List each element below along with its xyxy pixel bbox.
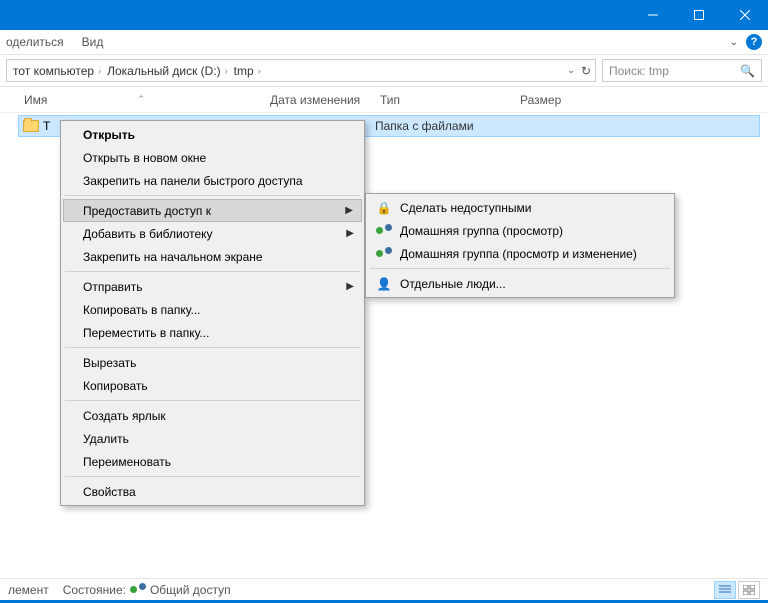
close-button[interactable] (722, 0, 768, 30)
folder-icon (23, 120, 39, 132)
search-placeholder: Поиск: tmp (609, 64, 669, 78)
status-items-count: лемент (8, 583, 49, 597)
search-input[interactable]: Поиск: tmp 🔍 (602, 59, 762, 82)
help-icon[interactable]: ? (746, 34, 762, 50)
column-size[interactable]: Размер (520, 93, 600, 107)
status-state-label: Состояние: (63, 583, 126, 597)
separator (65, 195, 360, 196)
separator (65, 400, 360, 401)
group-icon (130, 583, 146, 597)
ctx-rename[interactable]: Переименовать (63, 450, 362, 473)
titlebar (0, 0, 768, 30)
ctx-create-shortcut[interactable]: Создать ярлык (63, 404, 362, 427)
maximize-button[interactable] (676, 0, 722, 30)
ctx-properties[interactable]: Свойства (63, 480, 362, 503)
column-name[interactable]: Имя⌃ (0, 93, 270, 107)
status-state-value: Общий доступ (150, 583, 231, 597)
separator (65, 476, 360, 477)
view-details-button[interactable] (714, 581, 736, 599)
address-dropdown-icon[interactable]: ⌄ (567, 65, 575, 76)
submenu-arrow-icon: ▶ (346, 228, 354, 239)
tab-view[interactable]: Вид (82, 35, 104, 49)
group-icon (376, 224, 392, 238)
breadcrumb-disk[interactable]: Локальный диск (D:)› (105, 64, 230, 78)
separator (370, 268, 670, 269)
sort-caret-icon: ⌃ (137, 94, 145, 105)
minimize-button[interactable] (630, 0, 676, 30)
address-bar[interactable]: тот компьютер› Локальный диск (D:)› tmp›… (6, 59, 596, 82)
ctx-delete[interactable]: Удалить (63, 427, 362, 450)
file-type: Папка с файлами (375, 119, 474, 133)
column-type[interactable]: Тип (380, 93, 520, 107)
status-bar: лемент Состояние: Общий доступ (0, 578, 768, 600)
file-name: T (43, 119, 50, 133)
view-large-button[interactable] (738, 581, 760, 599)
breadcrumb-folder[interactable]: tmp› (232, 64, 263, 78)
lock-icon (376, 200, 392, 216)
grant-access-submenu: Сделать недоступными Домашняя группа (пр… (365, 193, 675, 298)
ctx-add-library[interactable]: Добавить в библиотеку▶ (63, 222, 362, 245)
sub-specific-people[interactable]: Отдельные люди... (368, 272, 672, 295)
group-icon (376, 247, 392, 261)
ctx-cut[interactable]: Вырезать (63, 351, 362, 374)
submenu-arrow-icon: ▶ (346, 281, 354, 292)
separator (65, 271, 360, 272)
ctx-pin-start[interactable]: Закрепить на начальном экране (63, 245, 362, 268)
ctx-grant-access[interactable]: Предоставить доступ к▶ (63, 199, 362, 222)
ctx-open[interactable]: Открыть (63, 123, 362, 146)
person-icon (376, 276, 392, 292)
ribbon-tabs: оделиться Вид ⌄ ? (0, 30, 768, 55)
ctx-move-to-folder[interactable]: Переместить в папку... (63, 321, 362, 344)
column-headers: Имя⌃ Дата изменения Тип Размер (0, 87, 768, 113)
refresh-icon[interactable]: ↻ (581, 64, 591, 78)
context-menu: Открыть Открыть в новом окне Закрепить н… (60, 120, 365, 506)
separator (65, 347, 360, 348)
ctx-pin-quick-access[interactable]: Закрепить на панели быстрого доступа (63, 169, 362, 192)
address-row: тот компьютер› Локальный диск (D:)› tmp›… (0, 55, 768, 87)
ctx-open-new-window[interactable]: Открыть в новом окне (63, 146, 362, 169)
tab-share[interactable]: оделиться (6, 35, 64, 49)
search-icon: 🔍 (740, 64, 755, 78)
ctx-copy-to-folder[interactable]: Копировать в папку... (63, 298, 362, 321)
column-date[interactable]: Дата изменения (270, 93, 380, 107)
breadcrumb-pc[interactable]: тот компьютер› (11, 64, 103, 78)
ctx-send-to[interactable]: Отправить▶ (63, 275, 362, 298)
sub-homegroup-view[interactable]: Домашняя группа (просмотр) (368, 219, 672, 242)
submenu-arrow-icon: ▶ (345, 205, 353, 216)
sub-make-unavailable[interactable]: Сделать недоступными (368, 196, 672, 219)
sub-homegroup-edit[interactable]: Домашняя группа (просмотр и изменение) (368, 242, 672, 265)
ctx-copy[interactable]: Копировать (63, 374, 362, 397)
ribbon-expand-icon[interactable]: ⌄ (730, 37, 738, 48)
